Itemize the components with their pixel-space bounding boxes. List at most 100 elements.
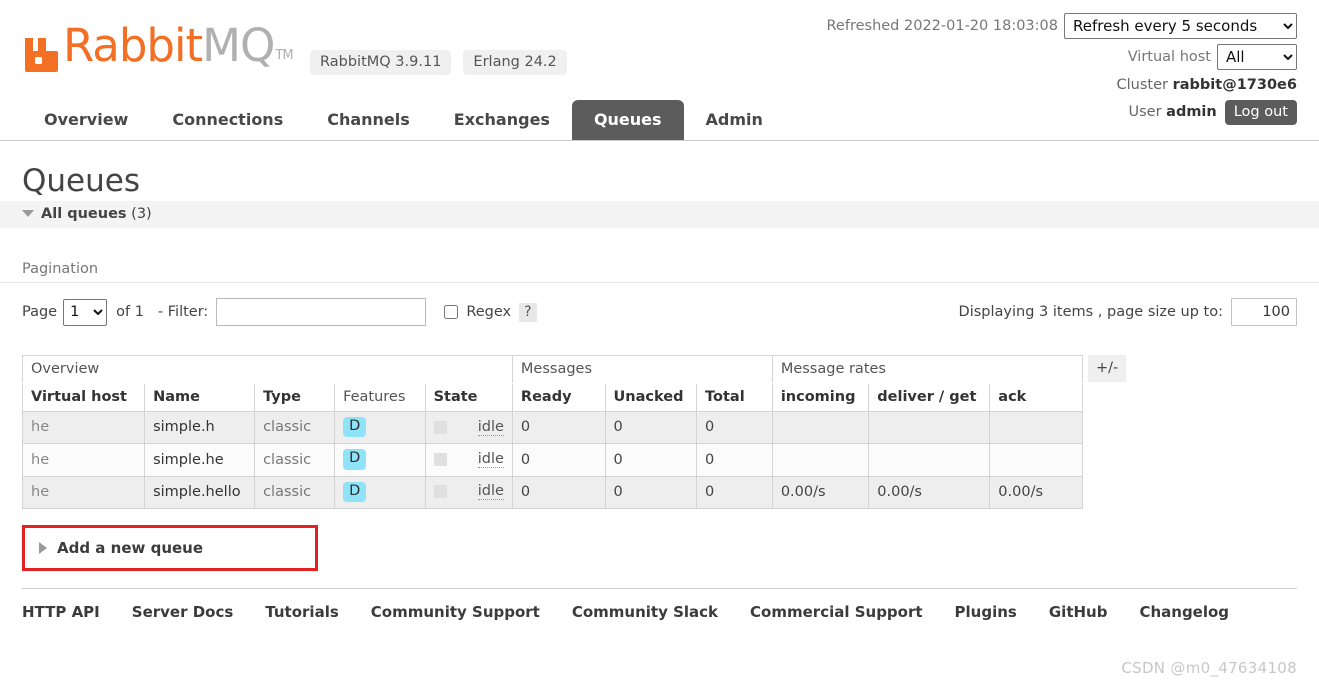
log-out-button[interactable]: Log out bbox=[1224, 99, 1297, 125]
rabbitmq-management-page: RabbitMQTM RabbitMQ 3.9.11 Erlang 24.2 R… bbox=[0, 0, 1319, 687]
cell-incoming: 0.00/s bbox=[771, 475, 870, 510]
cluster-label: Cluster bbox=[1116, 77, 1168, 93]
col-unacked[interactable]: Unacked bbox=[604, 383, 698, 412]
filter-input[interactable] bbox=[216, 298, 427, 326]
erlang-version-badge: Erlang 24.2 bbox=[463, 50, 567, 75]
cell-queue-name[interactable]: simple.he bbox=[144, 443, 256, 477]
col-virtual-host[interactable]: Virtual host bbox=[21, 383, 146, 412]
cell-features: D bbox=[334, 475, 426, 510]
table-row[interactable]: he simple.h classic D idle 0 0 0 bbox=[21, 410, 1083, 445]
refresh-interval-select[interactable]: Refresh every 5 seconds bbox=[1064, 13, 1297, 39]
cell-state: idle bbox=[424, 410, 513, 445]
page-number-select[interactable]: 1 bbox=[63, 298, 108, 326]
page-header: RabbitMQTM RabbitMQ 3.9.11 Erlang 24.2 R… bbox=[0, 0, 1319, 141]
all-queues-section-toggle[interactable]: All queues (3) bbox=[0, 201, 1319, 228]
durable-feature-badge: D bbox=[343, 481, 367, 503]
rabbitmq-version-badge: RabbitMQ 3.9.11 bbox=[310, 50, 452, 75]
table-group-header-row: Overview Messages Message rates bbox=[22, 355, 1084, 384]
cell-unacked: 0 bbox=[604, 475, 698, 510]
toggle-columns-button[interactable]: +/- bbox=[1088, 355, 1127, 383]
tab-channels[interactable]: Channels bbox=[305, 100, 432, 140]
state-indicator: idle bbox=[433, 483, 504, 501]
col-type[interactable]: Type bbox=[254, 383, 336, 412]
cell-state: idle bbox=[424, 443, 513, 477]
cell-virtual-host: he bbox=[21, 443, 146, 477]
table-row[interactable]: he simple.hello classic D idle 0 0 0 0.0… bbox=[21, 475, 1083, 510]
col-ready[interactable]: Ready bbox=[511, 383, 606, 412]
table-row[interactable]: he simple.he classic D idle 0 0 0 bbox=[21, 443, 1083, 477]
tab-connections[interactable]: Connections bbox=[150, 100, 305, 140]
footer-link-commercial-support[interactable]: Commercial Support bbox=[750, 603, 923, 621]
pagination-controls: Page 1 of 1 - Filter: Regex ? Displaying… bbox=[22, 283, 1297, 341]
cell-deliver-get: 0.00/s bbox=[868, 475, 991, 510]
cell-type: classic bbox=[254, 475, 336, 510]
footer-link-server-docs[interactable]: Server Docs bbox=[132, 603, 234, 621]
displaying-items-group: Displaying 3 items , page size up to: bbox=[959, 283, 1297, 341]
main-navigation-tabs: Overview Connections Channels Exchanges … bbox=[22, 100, 785, 140]
regex-help-icon[interactable]: ? bbox=[519, 302, 537, 322]
cell-virtual-host: he bbox=[21, 410, 146, 445]
tab-queues[interactable]: Queues bbox=[571, 100, 684, 140]
displaying-items-text: Displaying 3 items , page size up to: bbox=[958, 304, 1223, 320]
cluster-name: rabbit@1730e6 bbox=[1172, 77, 1297, 93]
queues-table-head: Overview Messages Message rates Virtual … bbox=[21, 355, 1084, 412]
chevron-right-icon bbox=[39, 542, 47, 555]
col-deliver-get[interactable]: deliver / get bbox=[868, 383, 991, 412]
tab-exchanges[interactable]: Exchanges bbox=[432, 100, 572, 140]
refresh-row: Refreshed 2022-01-20 18:03:08 Refresh ev… bbox=[826, 12, 1297, 40]
state-text: idle bbox=[477, 451, 504, 469]
group-messages: Messages bbox=[511, 355, 773, 384]
logo-word-rabbit: Rabbit bbox=[63, 19, 203, 72]
footer-link-plugins[interactable]: Plugins bbox=[955, 603, 1017, 621]
footer-link-tutorials[interactable]: Tutorials bbox=[265, 603, 338, 621]
logo-word-mq: MQ bbox=[202, 19, 275, 72]
regex-checkbox[interactable] bbox=[444, 305, 459, 319]
regex-label: Regex bbox=[466, 304, 512, 320]
cell-type: classic bbox=[254, 443, 336, 477]
tab-overview[interactable]: Overview bbox=[22, 100, 150, 140]
cell-state: idle bbox=[424, 475, 513, 510]
cell-queue-name[interactable]: simple.hello bbox=[144, 475, 256, 510]
page-size-input[interactable] bbox=[1231, 298, 1297, 326]
footer-link-http-api[interactable]: HTTP API bbox=[22, 603, 100, 621]
cell-ready: 0 bbox=[511, 443, 606, 477]
refreshed-timestamp: Refreshed 2022-01-20 18:03:08 bbox=[826, 18, 1059, 34]
cell-unacked: 0 bbox=[604, 410, 698, 445]
queues-table-body: he simple.h classic D idle 0 0 0 he simp… bbox=[21, 410, 1083, 510]
state-indicator: idle bbox=[433, 451, 504, 469]
cell-ack: 0.00/s bbox=[989, 475, 1083, 510]
footer-link-changelog[interactable]: Changelog bbox=[1139, 603, 1229, 621]
header-right-panel: Refreshed 2022-01-20 18:03:08 Refresh ev… bbox=[826, 12, 1297, 128]
add-a-new-queue-toggle[interactable]: Add a new queue bbox=[22, 525, 318, 572]
cell-deliver-get bbox=[868, 410, 991, 445]
col-incoming[interactable]: incoming bbox=[771, 383, 870, 412]
regex-toggle-group: Regex ? bbox=[444, 302, 537, 322]
footer-link-community-support[interactable]: Community Support bbox=[371, 603, 540, 621]
footer-link-community-slack[interactable]: Community Slack bbox=[572, 603, 718, 621]
chevron-down-icon bbox=[22, 210, 34, 217]
cell-ready: 0 bbox=[511, 475, 606, 510]
footer-link-github[interactable]: GitHub bbox=[1049, 603, 1108, 621]
col-state[interactable]: State bbox=[424, 383, 513, 412]
col-total[interactable]: Total bbox=[696, 383, 773, 412]
col-ack[interactable]: ack bbox=[989, 383, 1083, 412]
cell-queue-name[interactable]: simple.h bbox=[144, 410, 256, 445]
page-label: Page bbox=[22, 304, 58, 320]
col-name[interactable]: Name bbox=[144, 383, 256, 412]
cell-ready: 0 bbox=[511, 410, 606, 445]
queues-table: Overview Messages Message rates Virtual … bbox=[21, 355, 1084, 510]
cell-features: D bbox=[334, 410, 426, 445]
footer-links: HTTP API Server Docs Tutorials Community… bbox=[22, 588, 1297, 621]
tab-admin[interactable]: Admin bbox=[684, 100, 785, 140]
durable-feature-badge: D bbox=[343, 417, 367, 438]
queues-table-area: Overview Messages Message rates Virtual … bbox=[21, 355, 1297, 510]
rabbitmq-logo[interactable]: RabbitMQTM bbox=[22, 19, 294, 74]
table-column-header-row: Virtual host Name Type Features State Re… bbox=[21, 383, 1083, 412]
col-features: Features bbox=[334, 383, 426, 412]
cell-incoming bbox=[771, 410, 870, 445]
cell-total: 0 bbox=[696, 443, 773, 477]
cell-features: D bbox=[334, 443, 426, 477]
main-content: Queues All queues (3) Pagination Page 1 … bbox=[0, 163, 1319, 621]
cell-incoming bbox=[771, 443, 870, 477]
virtual-host-select[interactable]: All bbox=[1217, 44, 1297, 70]
